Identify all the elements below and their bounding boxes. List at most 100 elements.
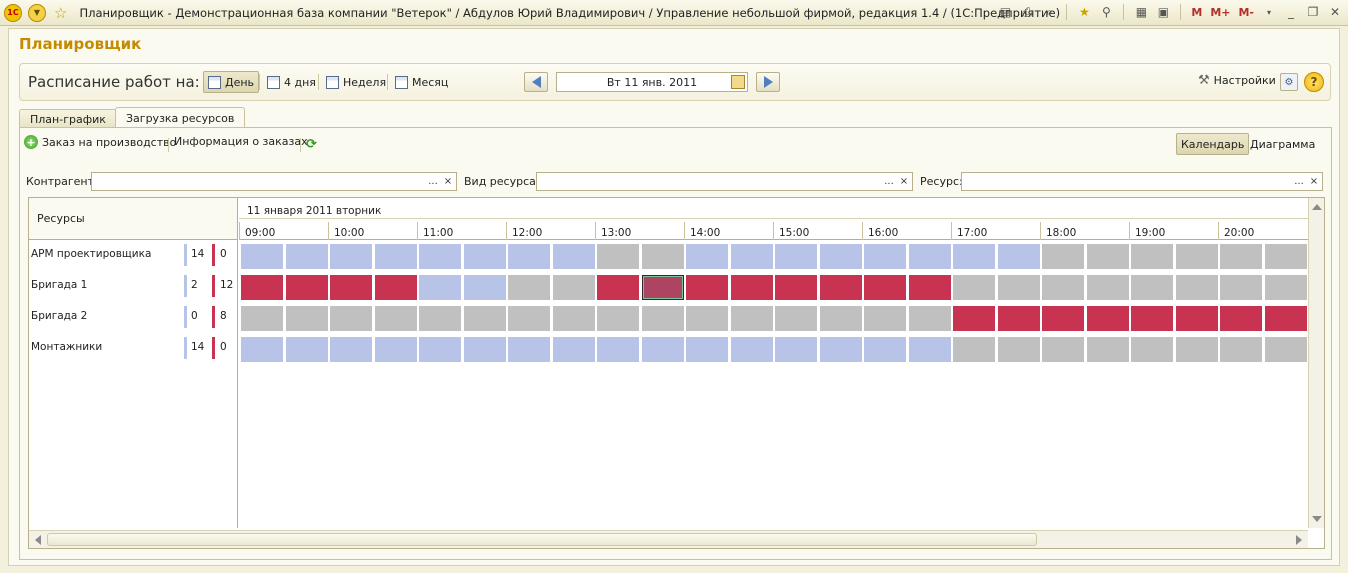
print-icon[interactable]: ⎙ <box>1018 3 1036 21</box>
calendar-view-button[interactable]: Календарь <box>1176 133 1250 155</box>
time-slot[interactable] <box>953 306 995 331</box>
time-slot[interactable] <box>1131 244 1173 269</box>
resource-select-button[interactable]: ... <box>1292 174 1306 189</box>
resource-row[interactable]: Бригада 2 0 8 <box>29 302 238 333</box>
view-4days-button[interactable]: 4 дня <box>263 71 320 93</box>
dropdown-arrow-icon[interactable]: ▾ <box>1260 3 1278 21</box>
time-slot[interactable] <box>419 337 461 362</box>
help-icon[interactable]: ? <box>1304 72 1324 92</box>
time-slot[interactable] <box>864 244 906 269</box>
time-slot[interactable] <box>508 306 550 331</box>
time-slot[interactable] <box>552 244 595 269</box>
save-icon[interactable]: ▤ <box>996 3 1014 21</box>
time-slot[interactable] <box>597 337 639 362</box>
time-slot[interactable] <box>775 275 817 300</box>
resource-type-input[interactable]: ... × <box>536 172 913 191</box>
time-slot[interactable] <box>997 306 1040 331</box>
time-slot[interactable] <box>819 337 862 362</box>
time-slot[interactable] <box>641 337 684 362</box>
time-slot[interactable] <box>1220 306 1262 331</box>
time-slot[interactable] <box>419 244 461 269</box>
memory-m-button[interactable]: M <box>1189 6 1204 19</box>
time-slot[interactable] <box>953 244 995 269</box>
memory-plus-button[interactable]: M+ <box>1208 6 1232 19</box>
resource-type-select-button[interactable]: ... <box>882 174 896 189</box>
resource-row[interactable]: Монтажники 14 0 <box>29 333 238 364</box>
time-slot[interactable] <box>1086 275 1129 300</box>
time-slot[interactable] <box>775 306 817 331</box>
time-slot[interactable] <box>1131 275 1173 300</box>
time-slot[interactable] <box>597 306 639 331</box>
diagram-view-button[interactable]: Диаграмма <box>1246 133 1319 155</box>
horizontal-scrollbar[interactable] <box>29 530 1308 548</box>
time-slot[interactable] <box>775 337 817 362</box>
scroll-up-icon[interactable] <box>1312 204 1322 210</box>
time-slot[interactable] <box>908 337 951 362</box>
time-slot[interactable] <box>1131 337 1173 362</box>
time-slot[interactable] <box>908 306 951 331</box>
time-slot[interactable] <box>908 244 951 269</box>
time-slot[interactable] <box>1086 337 1129 362</box>
calendar-icon[interactable]: ▣ <box>1154 3 1172 21</box>
time-slot[interactable] <box>686 244 728 269</box>
order-info-button[interactable]: Информация о заказах <box>174 135 308 148</box>
resource-input[interactable]: ... × <box>961 172 1323 191</box>
tab-plan-schedule[interactable]: План-график <box>19 109 117 128</box>
time-slot[interactable] <box>1042 244 1084 269</box>
resource-row[interactable]: Бригада 1 2 12 <box>29 271 238 302</box>
tab-resource-load[interactable]: Загрузка ресурсов <box>115 107 246 129</box>
time-slot[interactable] <box>1086 306 1129 331</box>
preview-icon[interactable]: ⌕ <box>1040 3 1058 21</box>
time-slot[interactable] <box>1264 337 1307 362</box>
calculator-icon[interactable]: ▦ <box>1132 3 1150 21</box>
time-slot[interactable] <box>641 244 684 269</box>
time-slot[interactable] <box>285 244 328 269</box>
time-slot[interactable] <box>775 244 817 269</box>
time-slot[interactable] <box>330 244 372 269</box>
time-slot[interactable] <box>686 306 728 331</box>
time-slot[interactable] <box>374 306 417 331</box>
view-month-button[interactable]: Месяц <box>391 71 452 93</box>
time-slot[interactable] <box>730 244 773 269</box>
time-slot[interactable] <box>1175 337 1218 362</box>
time-slot[interactable] <box>686 337 728 362</box>
time-slot[interactable] <box>463 275 506 300</box>
settings-button[interactable]: ⚒ Настройки <box>1198 73 1276 88</box>
time-slot[interactable] <box>686 275 728 300</box>
time-slot[interactable] <box>330 306 372 331</box>
time-slot[interactable] <box>819 306 862 331</box>
time-slot[interactable] <box>819 244 862 269</box>
create-order-button[interactable]: + Заказ на производство <box>24 135 176 149</box>
prev-date-button[interactable] <box>524 72 548 92</box>
time-slot[interactable] <box>1086 244 1129 269</box>
time-slot[interactable] <box>285 337 328 362</box>
counterparty-select-button[interactable]: ... <box>426 174 440 189</box>
time-slot[interactable] <box>552 306 595 331</box>
time-slot[interactable] <box>1175 244 1218 269</box>
time-slot[interactable] <box>285 306 328 331</box>
time-slot[interactable] <box>1220 244 1262 269</box>
time-slot[interactable] <box>1264 306 1307 331</box>
time-slot[interactable] <box>1264 244 1307 269</box>
time-slot[interactable] <box>508 275 550 300</box>
refresh-icon[interactable]: ⟳ <box>306 137 317 152</box>
time-slot[interactable] <box>1220 337 1262 362</box>
time-slot[interactable] <box>953 275 995 300</box>
vertical-scrollbar[interactable] <box>1308 198 1324 528</box>
counterparty-input[interactable]: ... × <box>91 172 457 191</box>
time-slot[interactable] <box>374 244 417 269</box>
time-slot[interactable] <box>285 275 328 300</box>
view-day-button[interactable]: День <box>203 71 260 93</box>
time-slot[interactable] <box>330 337 372 362</box>
time-slot[interactable] <box>730 275 773 300</box>
time-slot[interactable] <box>419 275 461 300</box>
time-slot[interactable] <box>463 244 506 269</box>
time-slot[interactable] <box>508 337 550 362</box>
time-slot[interactable] <box>864 275 906 300</box>
time-slot[interactable] <box>1042 275 1084 300</box>
time-slot[interactable] <box>1175 306 1218 331</box>
time-slot[interactable] <box>374 337 417 362</box>
time-slot[interactable] <box>864 306 906 331</box>
time-slot[interactable] <box>241 275 283 300</box>
minimize-icon[interactable]: _ <box>1282 3 1300 21</box>
